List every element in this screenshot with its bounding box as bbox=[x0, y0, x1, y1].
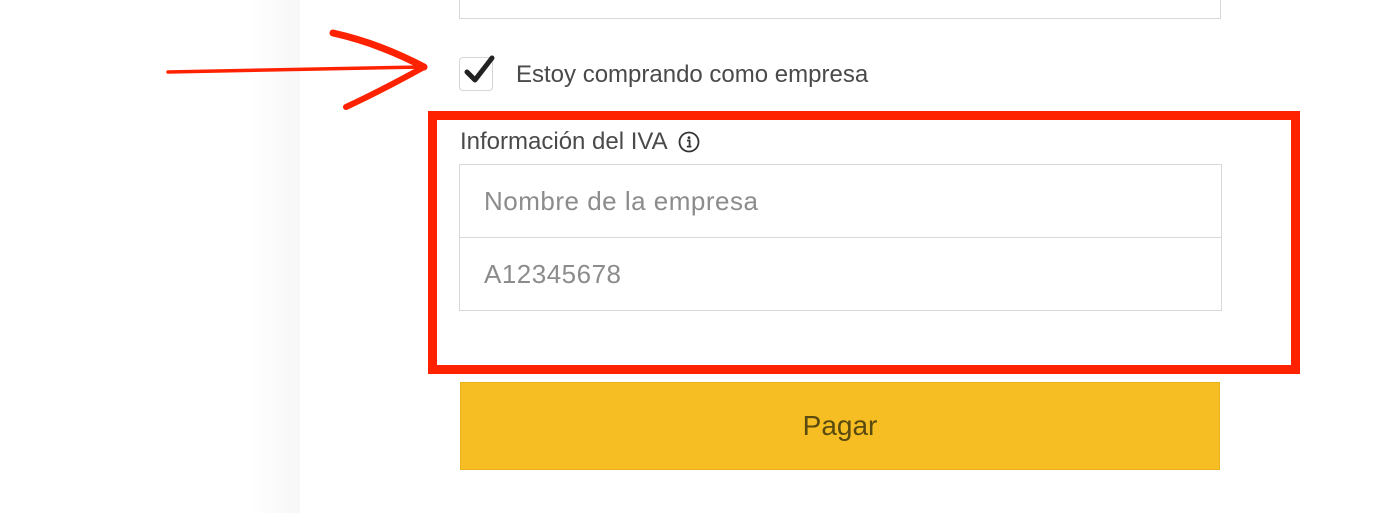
company-name-input[interactable] bbox=[460, 165, 1221, 237]
checkout-page: Estoy comprando como empresa Información… bbox=[0, 0, 1381, 513]
pay-button[interactable]: Pagar bbox=[460, 382, 1220, 470]
vat-input-group bbox=[459, 164, 1222, 311]
company-checkbox[interactable] bbox=[459, 55, 495, 91]
vat-id-input[interactable] bbox=[460, 237, 1221, 310]
hand-drawn-arrow-icon bbox=[166, 29, 428, 110]
info-circle-icon[interactable] bbox=[678, 131, 700, 153]
vat-title-text: Información del IVA bbox=[460, 128, 668, 155]
company-checkbox-label[interactable]: Estoy comprando como empresa bbox=[516, 60, 868, 90]
vat-section-title: Información del IVA bbox=[460, 127, 700, 157]
previous-input-field[interactable] bbox=[459, 0, 1221, 19]
checkmark-icon bbox=[464, 55, 495, 83]
